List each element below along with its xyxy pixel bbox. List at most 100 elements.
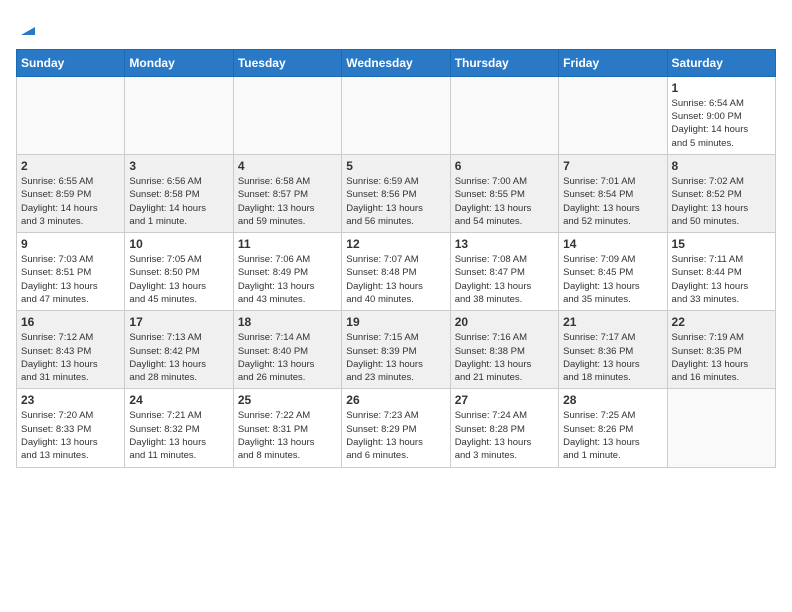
- calendar-cell: [450, 76, 558, 154]
- day-number: 12: [346, 237, 445, 251]
- day-info: Sunrise: 7:05 AM Sunset: 8:50 PM Dayligh…: [129, 253, 228, 306]
- day-info: Sunrise: 7:11 AM Sunset: 8:44 PM Dayligh…: [672, 253, 771, 306]
- day-number: 8: [672, 159, 771, 173]
- day-number: 20: [455, 315, 554, 329]
- logo: [16, 16, 39, 37]
- calendar-cell: 7 Sunrise: 7:01 AM Sunset: 8:54 PM Daylig…: [559, 154, 667, 232]
- day-number: 2: [21, 159, 120, 173]
- day-number: 27: [455, 393, 554, 407]
- day-number: 13: [455, 237, 554, 251]
- day-number: 26: [346, 393, 445, 407]
- calendar-cell: 20 Sunrise: 7:16 AM Sunset: 8:38 PM Dayli…: [450, 311, 558, 389]
- col-header-sunday: Sunday: [17, 49, 125, 76]
- calendar-cell: 14 Sunrise: 7:09 AM Sunset: 8:45 PM Dayli…: [559, 233, 667, 311]
- calendar-cell: 17 Sunrise: 7:13 AM Sunset: 8:42 PM Dayli…: [125, 311, 233, 389]
- col-header-friday: Friday: [559, 49, 667, 76]
- calendar-cell: 24 Sunrise: 7:21 AM Sunset: 8:32 PM Dayli…: [125, 389, 233, 467]
- day-info: Sunrise: 7:16 AM Sunset: 8:38 PM Dayligh…: [455, 331, 554, 384]
- calendar-cell: [667, 389, 775, 467]
- col-header-thursday: Thursday: [450, 49, 558, 76]
- calendar-cell: 22 Sunrise: 7:19 AM Sunset: 8:35 PM Dayli…: [667, 311, 775, 389]
- calendar-cell: [559, 76, 667, 154]
- day-info: Sunrise: 6:54 AM Sunset: 9:00 PM Dayligh…: [672, 97, 771, 150]
- day-number: 24: [129, 393, 228, 407]
- calendar-cell: 2 Sunrise: 6:55 AM Sunset: 8:59 PM Daylig…: [17, 154, 125, 232]
- calendar-week-2: 2 Sunrise: 6:55 AM Sunset: 8:59 PM Daylig…: [17, 154, 776, 232]
- day-number: 28: [563, 393, 662, 407]
- col-header-saturday: Saturday: [667, 49, 775, 76]
- calendar-cell: 13Sunrise: 7:08 AM Sunset: 8:47 PM Dayli…: [450, 233, 558, 311]
- day-info: Sunrise: 7:17 AM Sunset: 8:36 PM Dayligh…: [563, 331, 662, 384]
- calendar-cell: 6 Sunrise: 7:00 AM Sunset: 8:55 PM Daylig…: [450, 154, 558, 232]
- col-header-tuesday: Tuesday: [233, 49, 341, 76]
- day-number: 6: [455, 159, 554, 173]
- calendar-cell: 21 Sunrise: 7:17 AM Sunset: 8:36 PM Dayli…: [559, 311, 667, 389]
- calendar-cell: 1 Sunrise: 6:54 AM Sunset: 9:00 PM Daylig…: [667, 76, 775, 154]
- day-info: Sunrise: 7:13 AM Sunset: 8:42 PM Dayligh…: [129, 331, 228, 384]
- day-info: Sunrise: 7:25 AM Sunset: 8:26 PM Dayligh…: [563, 409, 662, 462]
- calendar-week-4: 16 Sunrise: 7:12 AM Sunset: 8:43 PM Dayli…: [17, 311, 776, 389]
- day-info: Sunrise: 7:09 AM Sunset: 8:45 PM Dayligh…: [563, 253, 662, 306]
- day-number: 7: [563, 159, 662, 173]
- day-number: 25: [238, 393, 337, 407]
- calendar-week-5: 23 Sunrise: 7:20 AM Sunset: 8:33 PM Dayli…: [17, 389, 776, 467]
- day-number: 3: [129, 159, 228, 173]
- calendar-cell: 5 Sunrise: 6:59 AM Sunset: 8:56 PM Daylig…: [342, 154, 450, 232]
- day-number: 17: [129, 315, 228, 329]
- day-number: 11: [238, 237, 337, 251]
- calendar-cell: 16 Sunrise: 7:12 AM Sunset: 8:43 PM Dayli…: [17, 311, 125, 389]
- day-info: Sunrise: 7:23 AM Sunset: 8:29 PM Dayligh…: [346, 409, 445, 462]
- day-number: 4: [238, 159, 337, 173]
- day-number: 22: [672, 315, 771, 329]
- calendar-cell: 28 Sunrise: 7:25 AM Sunset: 8:26 PM Dayli…: [559, 389, 667, 467]
- calendar-cell: 18 Sunrise: 7:14 AM Sunset: 8:40 PM Dayli…: [233, 311, 341, 389]
- col-header-monday: Monday: [125, 49, 233, 76]
- day-info: Sunrise: 7:19 AM Sunset: 8:35 PM Dayligh…: [672, 331, 771, 384]
- calendar-cell: 4 Sunrise: 6:58 AM Sunset: 8:57 PM Daylig…: [233, 154, 341, 232]
- day-info: Sunrise: 7:24 AM Sunset: 8:28 PM Dayligh…: [455, 409, 554, 462]
- calendar-cell: 11Sunrise: 7:06 AM Sunset: 8:49 PM Dayli…: [233, 233, 341, 311]
- day-number: 18: [238, 315, 337, 329]
- day-info: Sunrise: 7:07 AM Sunset: 8:48 PM Dayligh…: [346, 253, 445, 306]
- day-number: 5: [346, 159, 445, 173]
- calendar-cell: 27 Sunrise: 7:24 AM Sunset: 8:28 PM Dayli…: [450, 389, 558, 467]
- day-info: Sunrise: 6:58 AM Sunset: 8:57 PM Dayligh…: [238, 175, 337, 228]
- logo-icon: [17, 17, 39, 39]
- calendar-week-3: 9 Sunrise: 7:03 AM Sunset: 8:51 PM Daylig…: [17, 233, 776, 311]
- calendar-cell: [125, 76, 233, 154]
- day-number: 14: [563, 237, 662, 251]
- day-info: Sunrise: 7:00 AM Sunset: 8:55 PM Dayligh…: [455, 175, 554, 228]
- day-number: 10: [129, 237, 228, 251]
- calendar-header-row: SundayMondayTuesdayWednesdayThursdayFrid…: [17, 49, 776, 76]
- day-info: Sunrise: 7:12 AM Sunset: 8:43 PM Dayligh…: [21, 331, 120, 384]
- day-info: Sunrise: 7:20 AM Sunset: 8:33 PM Dayligh…: [21, 409, 120, 462]
- day-number: 16: [21, 315, 120, 329]
- day-info: Sunrise: 7:01 AM Sunset: 8:54 PM Dayligh…: [563, 175, 662, 228]
- calendar-cell: 19Sunrise: 7:15 AM Sunset: 8:39 PM Dayli…: [342, 311, 450, 389]
- calendar-cell: [233, 76, 341, 154]
- day-number: 9: [21, 237, 120, 251]
- calendar-cell: 15Sunrise: 7:11 AM Sunset: 8:44 PM Dayli…: [667, 233, 775, 311]
- day-number: 21: [563, 315, 662, 329]
- day-number: 23: [21, 393, 120, 407]
- day-info: Sunrise: 7:14 AM Sunset: 8:40 PM Dayligh…: [238, 331, 337, 384]
- day-info: Sunrise: 7:22 AM Sunset: 8:31 PM Dayligh…: [238, 409, 337, 462]
- day-info: Sunrise: 7:03 AM Sunset: 8:51 PM Dayligh…: [21, 253, 120, 306]
- page-header: [16, 16, 776, 37]
- day-info: Sunrise: 6:56 AM Sunset: 8:58 PM Dayligh…: [129, 175, 228, 228]
- day-info: Sunrise: 6:55 AM Sunset: 8:59 PM Dayligh…: [21, 175, 120, 228]
- calendar-cell: [17, 76, 125, 154]
- calendar-week-1: 1 Sunrise: 6:54 AM Sunset: 9:00 PM Daylig…: [17, 76, 776, 154]
- calendar-cell: 3 Sunrise: 6:56 AM Sunset: 8:58 PM Daylig…: [125, 154, 233, 232]
- day-number: 19: [346, 315, 445, 329]
- day-info: Sunrise: 6:59 AM Sunset: 8:56 PM Dayligh…: [346, 175, 445, 228]
- day-number: 1: [672, 81, 771, 95]
- calendar-cell: 8Sunrise: 7:02 AM Sunset: 8:52 PM Daylig…: [667, 154, 775, 232]
- calendar-cell: 26 Sunrise: 7:23 AM Sunset: 8:29 PM Dayli…: [342, 389, 450, 467]
- calendar-cell: 23 Sunrise: 7:20 AM Sunset: 8:33 PM Dayli…: [17, 389, 125, 467]
- calendar-cell: 9 Sunrise: 7:03 AM Sunset: 8:51 PM Daylig…: [17, 233, 125, 311]
- calendar-cell: [342, 76, 450, 154]
- day-info: Sunrise: 7:21 AM Sunset: 8:32 PM Dayligh…: [129, 409, 228, 462]
- calendar-cell: 10 Sunrise: 7:05 AM Sunset: 8:50 PM Dayli…: [125, 233, 233, 311]
- calendar-cell: 25 Sunrise: 7:22 AM Sunset: 8:31 PM Dayli…: [233, 389, 341, 467]
